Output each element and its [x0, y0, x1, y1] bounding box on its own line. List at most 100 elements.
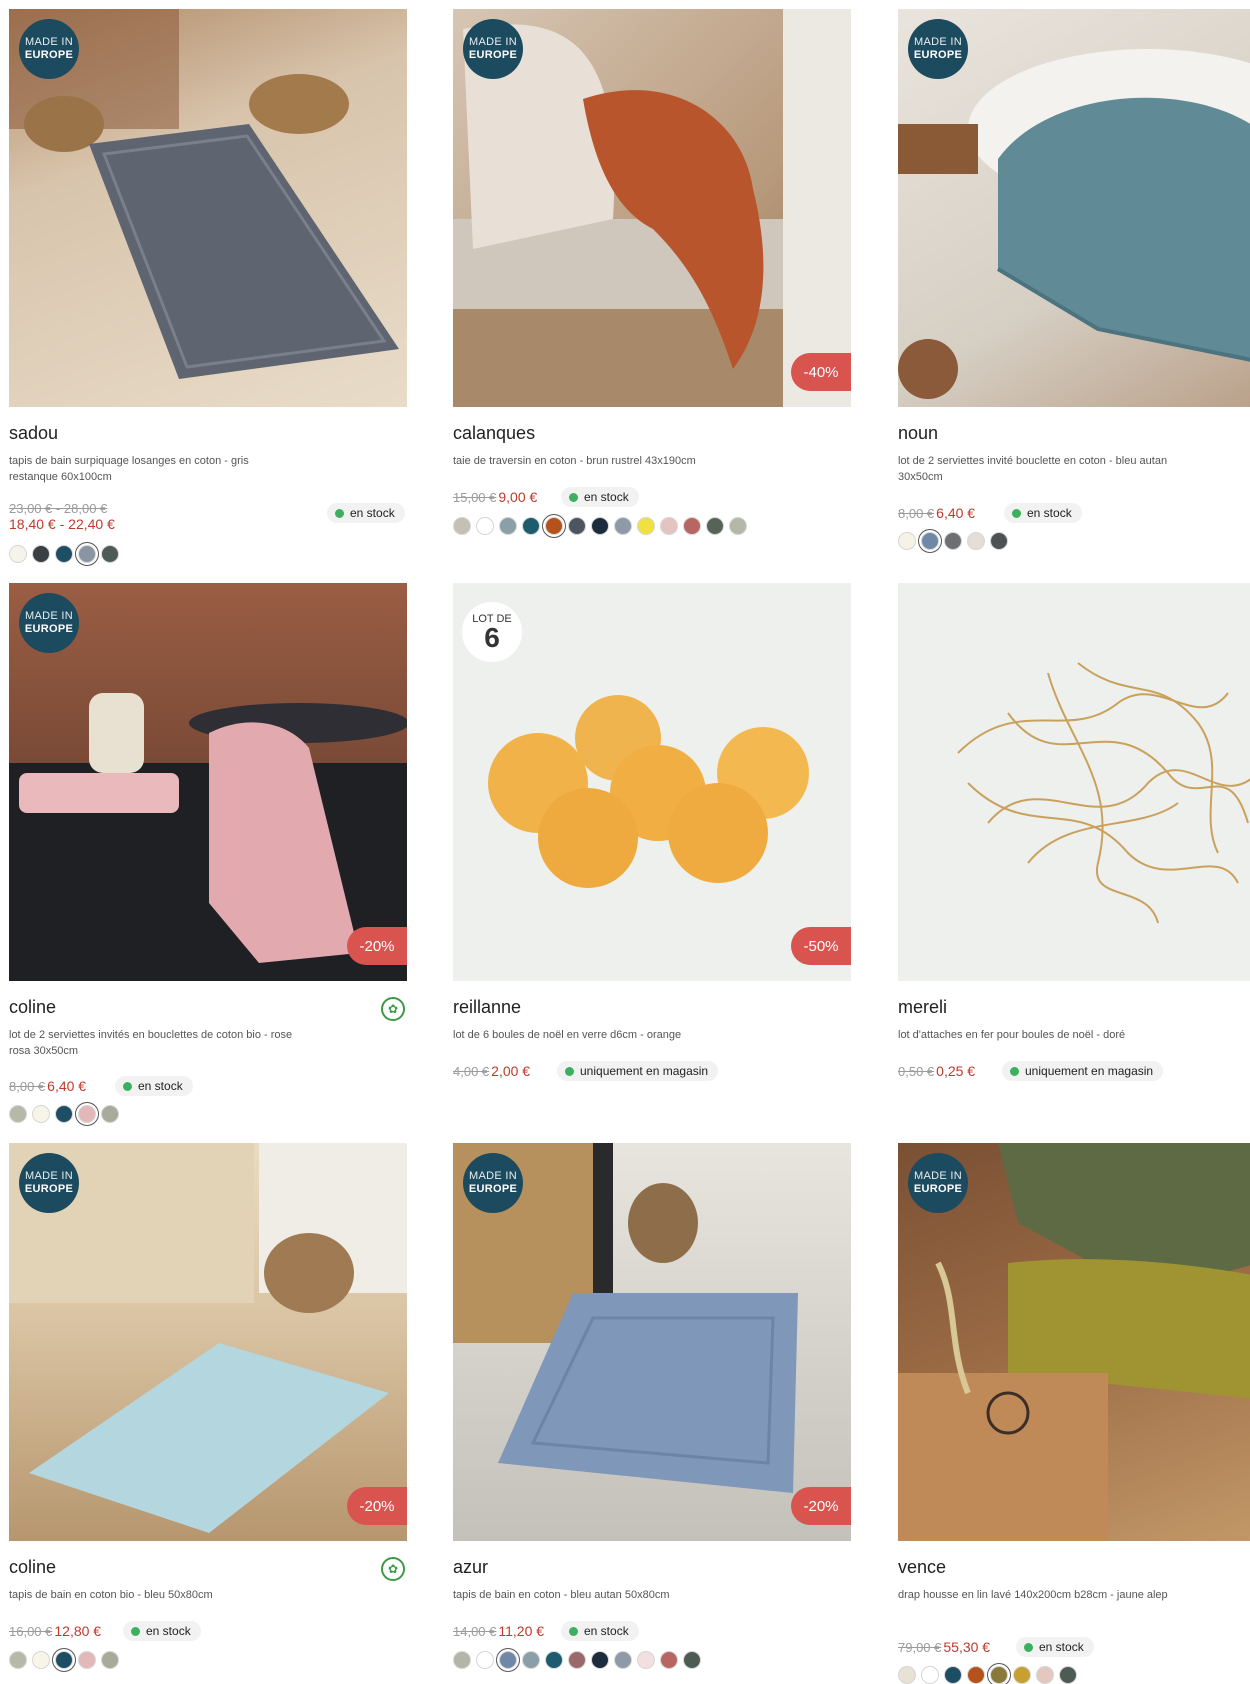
product-card-reillanne[interactable]: LOT DE 6 -50% reillanne lot de 6 boules … — [453, 583, 851, 1081]
product-name[interactable]: coline — [9, 997, 56, 1018]
color-swatch[interactable] — [683, 517, 701, 535]
color-swatch[interactable] — [55, 1651, 73, 1669]
color-swatch[interactable] — [944, 532, 962, 550]
product-name[interactable]: calanques — [453, 423, 535, 444]
product-image[interactable]: MADE IN EUROPE — [898, 9, 1250, 407]
color-swatch[interactable] — [545, 1651, 563, 1669]
color-swatch[interactable] — [967, 1666, 985, 1684]
color-swatches — [453, 517, 747, 535]
product-card-coline-mat[interactable]: MADE IN EUROPE -20% coline ✿ tapis de ba… — [9, 1143, 407, 1669]
stock-dot-icon — [1012, 508, 1021, 518]
made-in-europe-badge: MADE IN EUROPE — [908, 19, 968, 79]
color-swatch[interactable] — [55, 545, 73, 563]
color-swatch[interactable] — [499, 517, 517, 535]
new-price: 6,40 € — [47, 1078, 87, 1094]
product-card-vence[interactable]: MADE IN EUROPE vence drap housse en lin … — [898, 1143, 1250, 1684]
color-swatch[interactable] — [55, 1105, 73, 1123]
color-swatch[interactable] — [32, 545, 50, 563]
color-swatch[interactable] — [453, 517, 471, 535]
product-image[interactable]: MADE IN EUROPE -20% — [453, 1143, 851, 1541]
color-swatch[interactable] — [729, 517, 747, 535]
color-swatch[interactable] — [660, 517, 678, 535]
color-swatch[interactable] — [944, 1666, 962, 1684]
product-image[interactable]: MADE IN EUROPE -40% — [453, 9, 851, 407]
product-description: lot de 6 boules de noël en verre d6cm - … — [453, 1029, 682, 1041]
product-name[interactable]: azur — [453, 1557, 488, 1578]
color-swatch[interactable] — [101, 545, 119, 563]
old-price: 0,50 € — [898, 1064, 935, 1079]
product-card-mereli[interactable]: mereli lot d'attaches en fer pour boules… — [898, 583, 1250, 1081]
color-swatch[interactable] — [476, 517, 494, 535]
color-swatches — [898, 532, 1008, 550]
product-card-sadou[interactable]: MADE IN EUROPE sadou tapis de bain surpi… — [9, 9, 407, 563]
color-swatch[interactable] — [637, 517, 655, 535]
color-swatch[interactable] — [32, 1105, 50, 1123]
color-swatch[interactable] — [9, 1105, 27, 1123]
product-image[interactable]: MADE IN EUROPE -20% — [9, 1143, 407, 1541]
new-price: 0,25 € — [936, 1063, 976, 1079]
color-swatch[interactable] — [522, 1651, 540, 1669]
color-swatch[interactable] — [101, 1651, 119, 1669]
color-swatch[interactable] — [453, 1651, 471, 1669]
product-image[interactable]: MADE IN EUROPE — [9, 9, 407, 407]
color-swatch[interactable] — [614, 517, 632, 535]
product-card-azur[interactable]: MADE IN EUROPE -20% azur tapis de bain e… — [453, 1143, 851, 1669]
color-swatch[interactable] — [591, 517, 609, 535]
product-image[interactable] — [898, 583, 1250, 981]
color-swatch[interactable] — [660, 1651, 678, 1669]
color-swatch[interactable] — [1036, 1666, 1054, 1684]
color-swatch[interactable] — [921, 1666, 939, 1684]
old-price: 16,00 € — [9, 1624, 53, 1639]
product-image[interactable]: MADE IN EUROPE -20% — [9, 583, 407, 981]
organic-label-icon: ✿ — [381, 997, 405, 1021]
product-card-coline-towel[interactable]: MADE IN EUROPE -20% coline ✿ lot de 2 se… — [9, 583, 407, 1123]
product-card-calanques[interactable]: MADE IN EUROPE -40% calanques taie de tr… — [453, 9, 851, 535]
color-swatch[interactable] — [898, 1666, 916, 1684]
discount-badge: -20% — [347, 1487, 407, 1525]
color-swatch[interactable] — [568, 1651, 586, 1669]
product-name[interactable]: vence — [898, 1557, 946, 1578]
color-swatch[interactable] — [9, 1651, 27, 1669]
color-swatch[interactable] — [78, 1651, 96, 1669]
color-swatches — [9, 545, 119, 563]
made-in-europe-badge: MADE IN EUROPE — [19, 19, 79, 79]
color-swatch[interactable] — [1013, 1666, 1031, 1684]
color-swatch[interactable] — [990, 1666, 1008, 1684]
product-name[interactable]: coline — [9, 1557, 56, 1578]
new-price: 18,40 € - 22,40 € — [9, 516, 115, 532]
color-swatch[interactable] — [1059, 1666, 1077, 1684]
stock-status-badge: en stock — [561, 487, 639, 507]
color-swatch[interactable] — [9, 545, 27, 563]
color-swatch[interactable] — [32, 1651, 50, 1669]
color-swatch[interactable] — [499, 1651, 517, 1669]
color-swatch[interactable] — [476, 1651, 494, 1669]
price-block: 8,00 € 6,40 € — [9, 1078, 86, 1094]
color-swatch[interactable] — [591, 1651, 609, 1669]
color-swatch[interactable] — [614, 1651, 632, 1669]
product-name[interactable]: noun — [898, 423, 938, 444]
color-swatch[interactable] — [683, 1651, 701, 1669]
product-card-noun[interactable]: MADE IN EUROPE noun lot de 2 serviettes … — [898, 9, 1250, 550]
price-block: 79,00 € 55,30 € — [898, 1639, 990, 1655]
color-swatch[interactable] — [78, 1105, 96, 1123]
color-swatch[interactable] — [967, 532, 985, 550]
color-swatch[interactable] — [522, 517, 540, 535]
product-image[interactable]: LOT DE 6 -50% — [453, 583, 851, 981]
color-swatch[interactable] — [637, 1651, 655, 1669]
color-swatch[interactable] — [990, 532, 1008, 550]
product-image[interactable]: MADE IN EUROPE — [898, 1143, 1250, 1541]
color-swatch[interactable] — [921, 532, 939, 550]
color-swatch[interactable] — [545, 517, 563, 535]
price-block: 0,50 € 0,25 € — [898, 1063, 975, 1079]
stock-dot-icon — [1010, 1066, 1019, 1076]
product-name[interactable]: mereli — [898, 997, 947, 1018]
product-name[interactable]: sadou — [9, 423, 58, 444]
color-swatch[interactable] — [78, 545, 96, 563]
color-swatch[interactable] — [898, 532, 916, 550]
color-swatch[interactable] — [101, 1105, 119, 1123]
color-swatch[interactable] — [568, 517, 586, 535]
stock-dot-icon — [565, 1066, 574, 1076]
color-swatch[interactable] — [706, 517, 724, 535]
product-name[interactable]: reillanne — [453, 997, 521, 1018]
product-description: lot d'attaches en fer pour boules de noë… — [898, 1029, 1126, 1041]
